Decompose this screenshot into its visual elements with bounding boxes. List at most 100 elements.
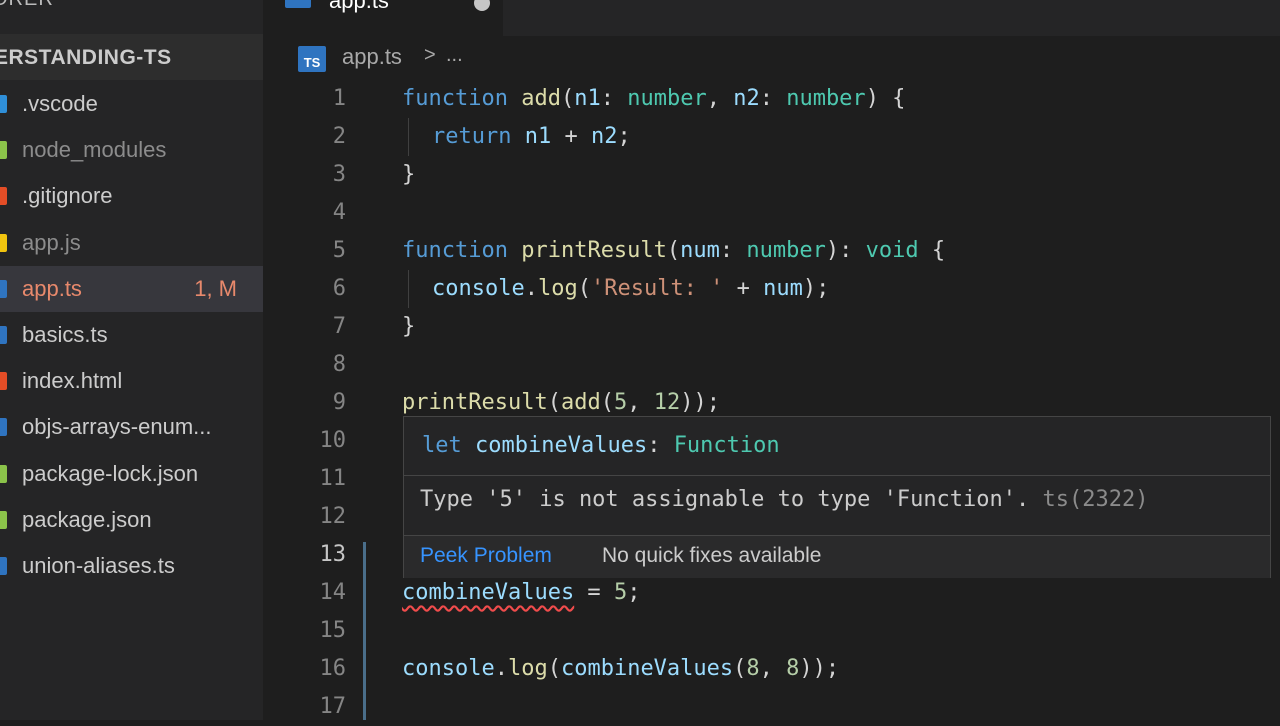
tab-app-ts[interactable]: app.ts [263, 0, 503, 36]
token: 12 [653, 390, 681, 415]
file-name: .vscode [22, 91, 98, 116]
token: ( [547, 656, 561, 681]
token: ): [825, 238, 866, 263]
file-type-icon [0, 233, 7, 252]
line-number: 10 [319, 428, 347, 453]
token: ; [627, 580, 641, 605]
file-name: objs-arrays-enum... [22, 414, 212, 440]
error-code: ts(2322) [1042, 487, 1149, 512]
workspace-folder-header[interactable]: ERSTANDING-TS [0, 34, 263, 80]
file-name: package-lock.json [22, 460, 199, 486]
typescript-file-icon [285, 0, 311, 8]
file-type-icon [0, 372, 7, 391]
file-item[interactable]: basics.ts [0, 312, 263, 358]
file-type-icon [0, 557, 7, 575]
hover-divider [404, 475, 1270, 476]
token: ); [802, 276, 830, 301]
token: ( [600, 390, 614, 415]
file-item[interactable]: .vscode [0, 81, 263, 127]
no-quick-fixes-label: No quick fixes available [602, 544, 822, 567]
token: , [759, 656, 787, 681]
chevron-right-icon: > [424, 44, 436, 66]
code-line-2[interactable]: return n1 + n2; [263, 118, 1280, 156]
token: num [680, 238, 720, 263]
file-item[interactable]: index.html [0, 358, 263, 404]
file-type-icon [0, 464, 7, 483]
line-number: 8 [332, 352, 346, 377]
file-item[interactable]: package.json [0, 497, 263, 543]
hover-tooltip: let combineValues: Function Type '5' is … [403, 416, 1271, 578]
token: 5 [613, 580, 628, 605]
code-line-1[interactable]: function add(n1: number, n2: number) { [263, 80, 1280, 118]
token: num [763, 276, 803, 301]
token: n2 [733, 86, 760, 111]
line-number-row: 4 [263, 194, 1280, 232]
indent-guide [408, 270, 409, 308]
file-type-icon [0, 279, 7, 298]
token: + [551, 124, 591, 149]
unsaved-dot-icon[interactable] [474, 0, 490, 11]
token: console [432, 276, 525, 301]
token: number [786, 86, 866, 111]
code-line-14[interactable]: combineValues = 5; [263, 574, 1280, 612]
editor-tab-bar: app.ts [263, 0, 1280, 36]
peek-problem-link[interactable]: Peek Problem [420, 544, 552, 568]
breadcrumb-symbols[interactable]: ... [446, 44, 463, 67]
error-message: Type '5' is not assignable to type 'Func… [420, 487, 1149, 512]
file-name: app.js [22, 229, 81, 255]
file-name: index.html [22, 368, 123, 394]
line-number-row: 8 [263, 346, 1280, 384]
code-line-7[interactable]: } [263, 308, 1280, 346]
token: . [524, 276, 538, 301]
line-number: 17 [319, 694, 347, 719]
token: , [706, 86, 734, 111]
file-item[interactable]: .gitignore [0, 173, 263, 219]
token: 8 [746, 656, 760, 681]
token: number [746, 238, 826, 263]
error-message-text: Type '5' is not assignable to type 'Func… [420, 487, 1030, 512]
file-item[interactable]: objs-arrays-enum... [0, 404, 263, 450]
token: : [759, 86, 787, 111]
code-editor[interactable]: 1 2 3 4 5 6 7 8 9 10 11 12 13 14 15 16 17 function add(n… [263, 80, 1280, 720]
token: ) { [865, 86, 906, 111]
token: return [432, 124, 512, 149]
explorer-title: ORER [0, 0, 54, 12]
file-name: package.json [22, 506, 152, 532]
token: : [719, 238, 747, 263]
code-line-16[interactable]: console.log(combineValues(8, 8)); [263, 650, 1280, 688]
file-item[interactable]: union-aliases.ts [0, 543, 263, 589]
line-number: 13 [319, 542, 347, 567]
file-item[interactable]: node_modules [0, 127, 263, 173]
token: ( [560, 86, 575, 111]
breadcrumb-file[interactable]: app.ts [342, 44, 402, 70]
file-item[interactable]: package-lock.json [0, 451, 263, 497]
hover-sig-colon: : [647, 433, 661, 458]
token: add [521, 86, 561, 111]
token: log [507, 656, 548, 681]
problem-badge: 1, M [194, 275, 237, 301]
code-line-5[interactable]: function printResult(num: number): void … [263, 232, 1280, 270]
token: { [918, 238, 946, 263]
typescript-file-icon: TS [298, 46, 326, 72]
token: printResult [521, 238, 667, 263]
file-item[interactable]: app.ts 1, M [0, 265, 263, 312]
file-item[interactable]: app.js [0, 220, 263, 266]
hover-sig-name: combineValues [475, 433, 648, 458]
token: 'Result: ' [590, 276, 724, 301]
token: void [865, 238, 919, 263]
code-line-6[interactable]: console.log('Result: ' + num); [263, 270, 1280, 308]
token: n1 [574, 86, 601, 111]
token: ( [666, 238, 681, 263]
token: log [537, 276, 578, 301]
token: printResult [402, 390, 548, 415]
workspace-folder-name: ERSTANDING-TS [0, 46, 172, 69]
token: ; [617, 124, 631, 149]
error-squiggle-token[interactable]: combineValues [402, 580, 574, 605]
token: 5 [613, 390, 628, 415]
hover-sig-type: Function [673, 433, 780, 458]
token: combineValues [560, 656, 734, 681]
code-line-3[interactable]: } [263, 156, 1280, 194]
hover-signature: let combineValues: Function [422, 433, 780, 458]
